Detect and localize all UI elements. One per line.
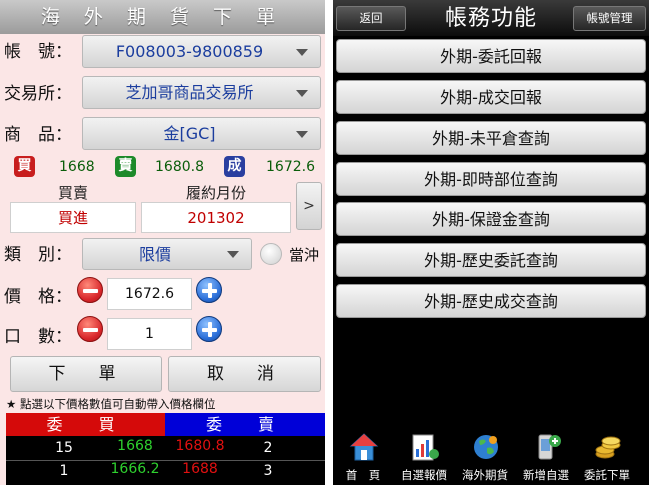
product-label: 商 品：	[4, 125, 72, 145]
order-type-value: 限價	[138, 245, 171, 264]
price-label: 價 格：	[4, 287, 72, 307]
tab-add-watchlist-label: 新增自選	[523, 468, 569, 482]
menu-fill-history[interactable]: 外期-歷史成交查詢	[336, 284, 646, 318]
menu-order-report[interactable]: 外期-委託回報	[336, 39, 646, 73]
menu-fill-report[interactable]: 外期-成交回報	[336, 80, 646, 114]
account-select[interactable]: F008003-9800859	[82, 35, 321, 68]
month-header: 履約月份	[185, 184, 246, 202]
account-value: F008003-9800859	[115, 42, 264, 61]
price-hint-note: ★ 點選以下價格數值可自動帶入價格欄位	[6, 397, 216, 411]
globe-icon	[474, 435, 498, 459]
exchange-label: 交易所：	[4, 84, 72, 104]
month-field[interactable]: 201302	[141, 202, 291, 233]
back-button[interactable]: 返回	[336, 6, 406, 31]
quantity-increase-icon[interactable]	[196, 316, 222, 342]
ask-qty-row1: 2	[263, 440, 273, 456]
daytrade-radio[interactable]	[260, 243, 282, 265]
side-field[interactable]: 買進	[10, 202, 136, 233]
bid-price-row2[interactable]: 1666.2	[108, 459, 162, 479]
quantity-decrease-icon[interactable]	[77, 316, 103, 342]
tab-overseas-futures[interactable]: 海外期貨	[455, 428, 515, 485]
quantity-input[interactable]: 1	[107, 318, 192, 350]
cancel-order-button[interactable]: 取 消	[168, 356, 321, 392]
deal-badge: 成	[224, 156, 245, 177]
exchange-select[interactable]: 芝加哥商品交易所	[82, 76, 321, 109]
product-value: 金[GC]	[163, 124, 216, 143]
ask-header: 委 賣	[165, 413, 325, 436]
account-functions-panel: 返回 帳務功能 帳號管理 外期-委託回報 外期-成交回報 外期-未平倉查詢 外期…	[333, 0, 649, 485]
quantity-label: 口 數：	[4, 327, 72, 347]
tab-home[interactable]: 首 頁	[333, 428, 393, 485]
tab-watchlist-quotes[interactable]: 自選報價	[394, 428, 454, 485]
coins-icon	[595, 436, 621, 459]
sell-quote-value[interactable]: 1680.8	[155, 157, 204, 178]
side-header: 買賣	[57, 184, 88, 202]
buy-badge: 買	[14, 156, 35, 177]
chevron-down-icon	[227, 251, 239, 258]
home-icon	[349, 433, 379, 461]
menu-margin-query[interactable]: 外期-保證金查詢	[336, 202, 646, 236]
order-entry-panel: 海 外 期 貨 下 單 帳 號： F008003-9800859 交易所： 芝加…	[0, 0, 325, 485]
buy-quote-value[interactable]: 1668	[59, 157, 95, 178]
account-label: 帳 號：	[4, 42, 72, 62]
bid-qty-row2: 1	[59, 463, 69, 479]
price-increase-icon[interactable]	[196, 277, 222, 303]
account-manage-button[interactable]: 帳號管理	[573, 6, 646, 31]
sell-badge: 賣	[115, 156, 136, 177]
price-decrease-icon[interactable]	[77, 277, 103, 303]
phone-add-icon	[538, 434, 561, 460]
product-select[interactable]: 金[GC]	[82, 117, 321, 150]
price-input[interactable]: 1672.6	[107, 278, 192, 310]
submit-order-button[interactable]: 下 單	[10, 356, 162, 392]
tab-home-label: 首 頁	[345, 468, 381, 482]
chart-icon	[412, 434, 439, 461]
ask-price-row2[interactable]: 1688	[171, 459, 229, 479]
type-label: 類 別：	[4, 245, 72, 265]
deal-quote-value[interactable]: 1672.6	[266, 157, 315, 178]
chevron-down-icon	[296, 48, 308, 56]
ask-qty-row2: 3	[263, 463, 273, 479]
ask-price-row1[interactable]: 1680.8	[171, 436, 229, 456]
order-type-select[interactable]: 限價	[82, 238, 252, 270]
bid-price-row1[interactable]: 1668	[108, 436, 162, 456]
menu-open-position[interactable]: 外期-未平倉查詢	[336, 121, 646, 155]
tab-place-order-label: 委託下單	[584, 468, 630, 482]
bid-qty-row1: 15	[55, 440, 73, 456]
tab-overseas-futures-label: 海外期貨	[462, 468, 508, 482]
daytrade-label: 當沖	[289, 246, 320, 264]
chevron-down-icon	[296, 89, 308, 97]
tab-watchlist-quotes-label: 自選報價	[401, 468, 447, 482]
price-ladder: 15 1668 1680.8 2 1 1666.2 1688 3	[6, 436, 325, 485]
account-menu-title: 帳務功能	[444, 6, 537, 31]
bid-header: 委 買	[6, 413, 165, 436]
more-options-button[interactable]: >	[296, 182, 322, 230]
exchange-value: 芝加哥商品交易所	[125, 83, 254, 102]
order-screen-title: 海 外 期 貨 下 單	[0, 0, 325, 34]
chevron-down-icon	[296, 130, 308, 138]
tab-add-watchlist[interactable]: 新增自選	[516, 428, 576, 485]
menu-order-history[interactable]: 外期-歷史委託查詢	[336, 243, 646, 277]
tab-place-order[interactable]: 委託下單	[577, 428, 637, 485]
menu-realtime-position[interactable]: 外期-即時部位查詢	[336, 162, 646, 196]
